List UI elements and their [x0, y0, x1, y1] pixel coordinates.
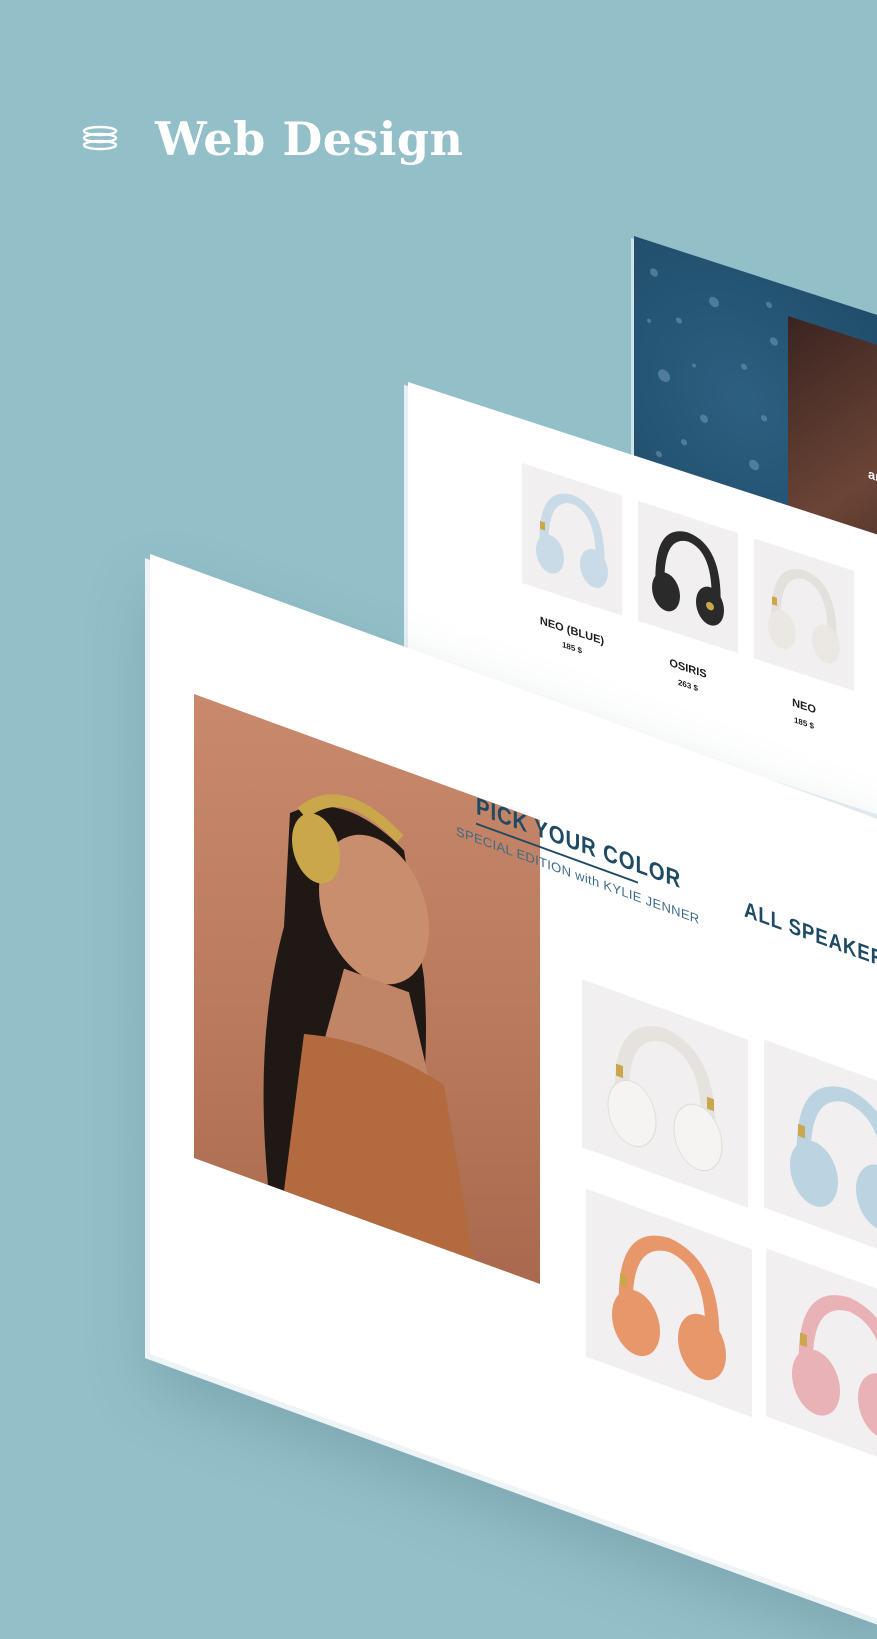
product-card-osiris[interactable]: OSIRIS 263 $ — [638, 500, 738, 773]
color-tile-blue[interactable] — [764, 1039, 877, 1268]
page-header: Web Design — [82, 112, 464, 166]
headphones-icon — [790, 1086, 877, 1231]
product-image — [754, 538, 854, 691]
color-tile-white[interactable] — [582, 979, 748, 1208]
stacked-layers-icon — [82, 125, 118, 151]
headphones-icon — [536, 493, 608, 588]
page-title: Web Design — [155, 112, 464, 166]
model-with-headphones-illustration — [263, 794, 474, 1260]
hero-photo — [194, 694, 540, 1284]
headphones-icon — [652, 531, 724, 626]
product-image — [638, 500, 738, 654]
color-tile-orange[interactable] — [586, 1188, 752, 1418]
headphones-icon — [768, 569, 840, 664]
all-speakers-link[interactable]: ALL SPEAKERS — [744, 896, 877, 978]
product-image — [522, 463, 622, 616]
rain-photo-caption: ar — [868, 466, 877, 486]
headphones-icon — [607, 1026, 723, 1172]
headphones-icon — [792, 1295, 877, 1440]
headphones-icon — [612, 1235, 726, 1381]
product-card-neo[interactable]: NEO 185 $ — [754, 538, 854, 810]
color-tile-pink[interactable] — [766, 1248, 877, 1477]
